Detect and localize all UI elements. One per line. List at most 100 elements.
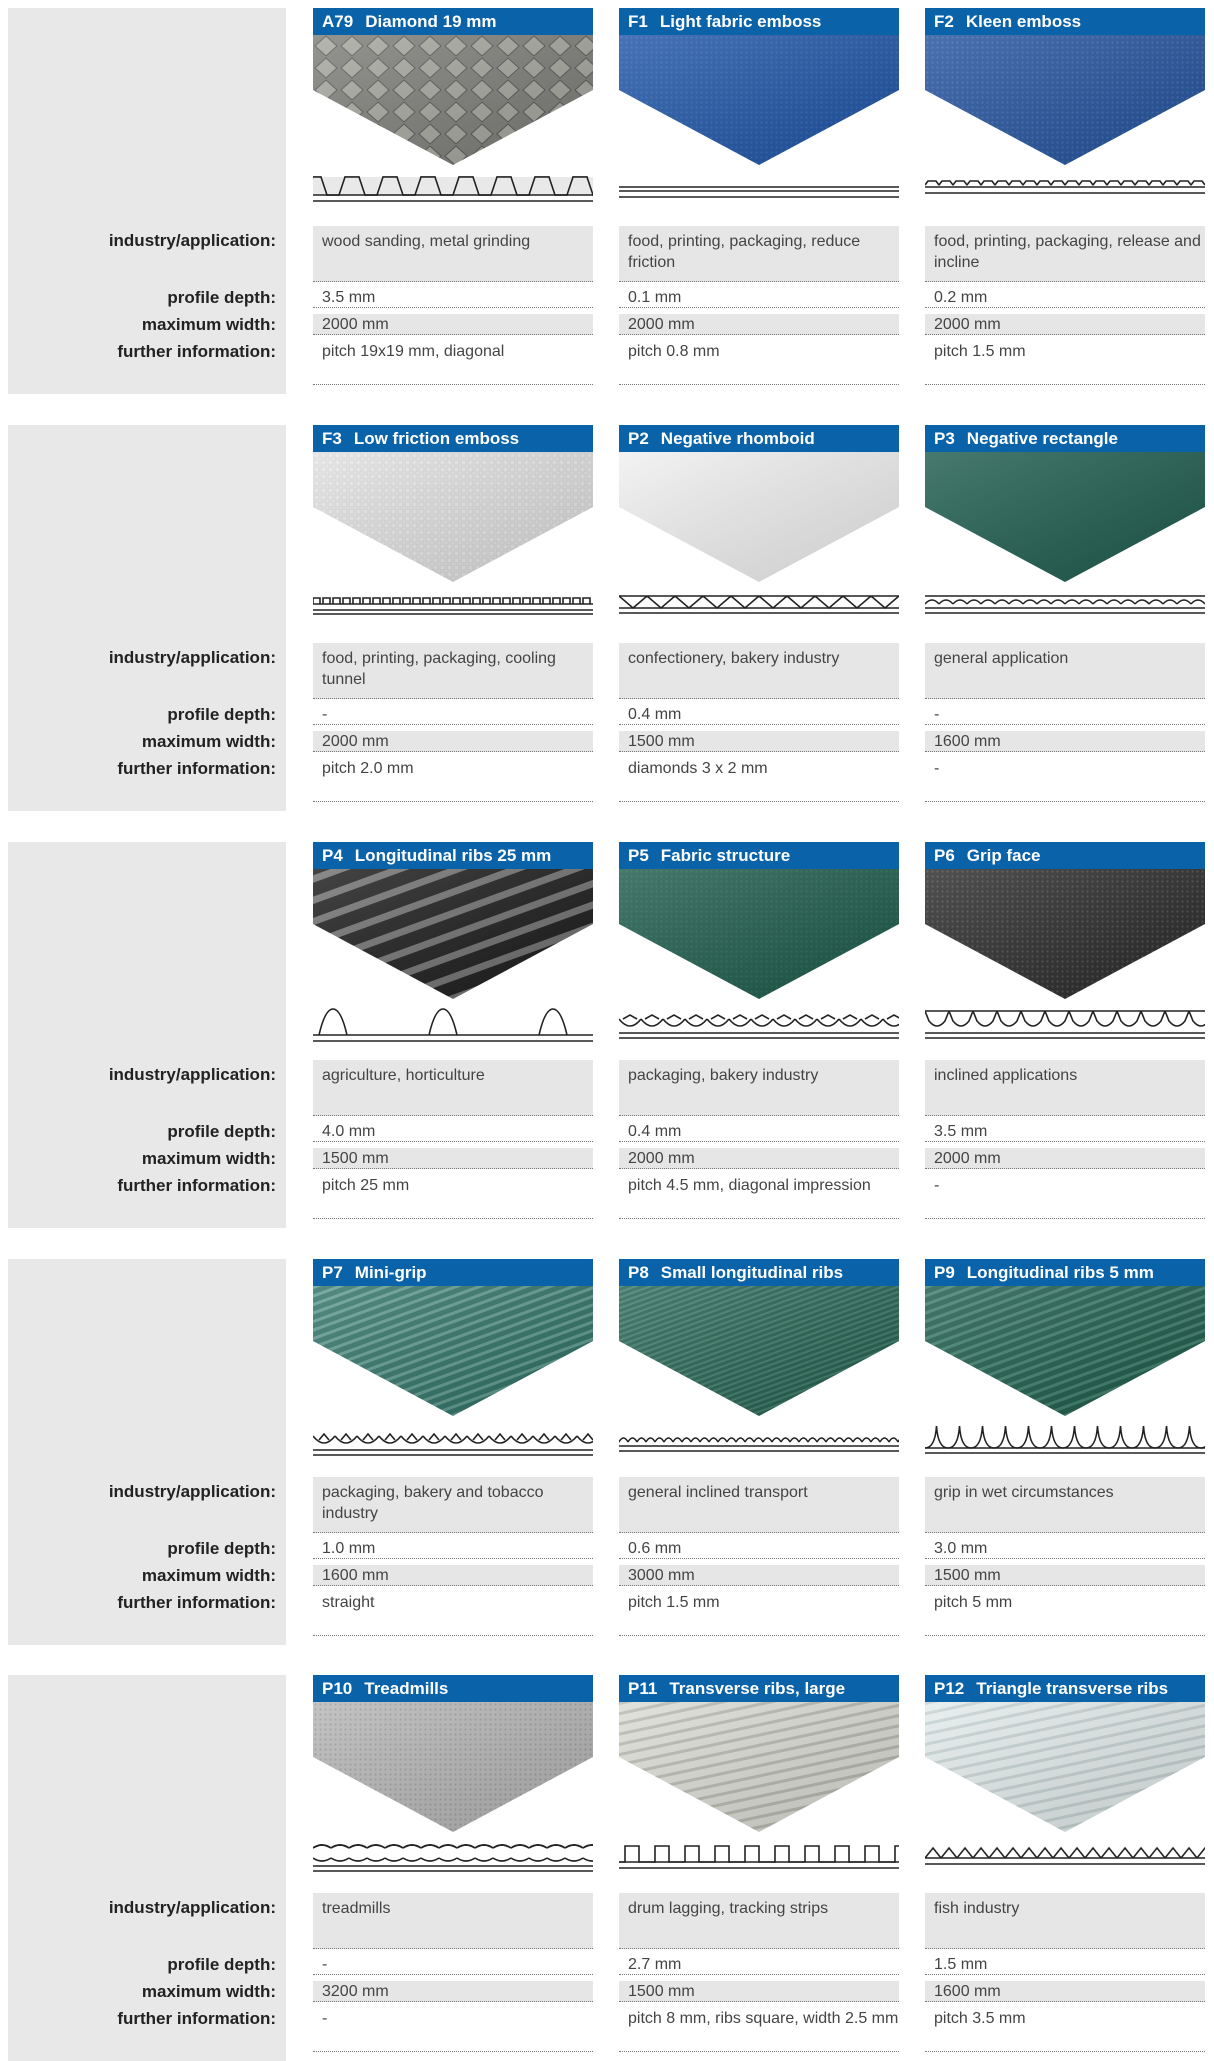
belt-image [619,452,899,582]
product-name: Longitudinal ribs 5 mm [966,1263,1154,1282]
depth-value: 4.0 mm [313,1121,593,1142]
row-labels: industry/application: profile depth: maxim… [6,8,276,394]
depth-value: - [925,704,1205,725]
belt-image [925,1286,1205,1416]
info-value: - [925,758,1205,802]
product-card: P5 Fabric structure packaging, bakery indu… [619,842,899,1228]
profile-drawing [619,582,899,642]
width-label: maximum width: [141,1149,276,1168]
info-value: - [925,1175,1205,1219]
info-label: further information: [117,2009,276,2028]
product-title: F2 Kleen emboss [925,8,1205,35]
blue-emboss-swatch [925,35,1205,165]
product-name: Fabric structure [660,846,791,865]
fabric-profile-icon [619,1014,899,1039]
product-section: industry/application: profile depth: maxim… [0,8,1214,394]
width-value: 2000 mm [619,1148,899,1169]
product-section: industry/application: profile depth: maxim… [0,1675,1214,2061]
depth-value: 0.4 mm [619,704,899,725]
white-ribs-swatch [619,1702,899,1832]
industry-label: industry/application: [108,1898,276,1917]
product-code: P9 [934,1263,955,1282]
width-value: 1600 mm [925,731,1205,752]
grip-profile-icon [925,1010,1205,1039]
depth-value: - [313,1954,593,1975]
blue-fabric-swatch [619,35,899,165]
industry-value: inclined applications [925,1060,1205,1116]
product-code: F1 [628,12,648,31]
product-code: P3 [934,429,955,448]
width-value: 3000 mm [619,1565,899,1586]
product-name: Light fabric emboss [659,12,822,31]
width-value: 2000 mm [619,314,899,335]
belt-image [925,452,1205,582]
info-value: - [313,2008,593,2052]
profile-drawing [619,999,899,1059]
info-value: pitch 3.5 mm [925,2008,1205,2052]
product-title: P6 Grip face [925,842,1205,869]
label-panel: industry/application: profile depth: maxim… [8,425,286,811]
product-card: F1 Light fabric emboss food, printing, pac… [619,8,899,394]
profile-drawing [313,1832,593,1892]
product-card: P10 Treadmills treadmills - 3200 mm - [313,1675,593,2061]
product-card: P8 Small longitudinal ribs general incline… [619,1259,899,1645]
depth-label: profile depth: [167,1122,276,1141]
product-title: P10 Treadmills [313,1675,593,1702]
product-code: P7 [322,1263,343,1282]
profile-drawing [925,165,1205,225]
belt-image [313,1286,593,1416]
depth-value: 1.5 mm [925,1954,1205,1975]
white-smooth-swatch [619,452,899,582]
light-ribs-swatch [925,1702,1205,1832]
width-value: 2000 mm [925,1148,1205,1169]
product-code: P6 [934,846,955,865]
info-value: pitch 0.8 mm [619,341,899,385]
belt-image [619,1702,899,1832]
info-value: diamonds 3 x 2 mm [619,758,899,802]
profile-drawing [925,999,1205,1059]
green-fabric-swatch [619,869,899,999]
industry-value: packaging, bakery and tobacco industry [313,1477,593,1533]
depth-label: profile depth: [167,1955,276,1974]
width-value: 1500 mm [925,1565,1205,1586]
bumps-profile-icon [313,597,593,615]
row-labels: industry/application: profile depth: maxim… [6,842,276,1228]
profile-drawing [925,1416,1205,1476]
industry-label: industry/application: [108,648,276,667]
diamond-profile-icon [313,176,593,202]
width-value: 1600 mm [313,1565,593,1586]
profile-drawing [313,999,593,1059]
info-value: pitch 4.5 mm, diagonal impression [619,1175,899,1219]
product-code: P12 [934,1679,965,1698]
wave-profile-icon [925,595,1205,614]
depth-value: 0.1 mm [619,287,899,308]
profile-drawing [619,1416,899,1476]
flat-profile-icon [619,186,899,198]
depth-value: 3.5 mm [925,1121,1205,1142]
width-label: maximum width: [141,1566,276,1585]
industry-value: agriculture, horticulture [313,1060,593,1116]
product-name: Triangle transverse ribs [976,1679,1169,1698]
info-value: pitch 25 mm [313,1175,593,1219]
info-label: further information: [117,342,276,361]
industry-value: food, printing, packaging, cooling tunne… [313,643,593,699]
industry-value: food, printing, packaging, reduce fricti… [619,226,899,282]
width-value: 2000 mm [925,314,1205,335]
product-name: Grip face [966,846,1041,865]
row-labels: industry/application: profile depth: maxim… [6,1259,276,1645]
profile-drawing [619,165,899,225]
fine-bumps-profile-icon [925,180,1205,194]
product-code: P2 [628,429,649,448]
product-name: Diamond 19 mm [365,12,497,31]
product-title: F3 Low friction emboss [313,425,593,452]
product-card: P3 Negative rectangle general application -… [925,425,1205,811]
product-code: P4 [322,846,343,865]
depth-value: 0.4 mm [619,1121,899,1142]
treadmill-profile-icon [313,1844,593,1872]
width-value: 3200 mm [313,1981,593,2002]
industry-value: fish industry [925,1893,1205,1949]
product-card: F3 Low friction emboss food, printing, pac… [313,425,593,811]
info-label: further information: [117,1176,276,1195]
industry-value: grip in wet circumstances [925,1477,1205,1533]
product-code: F2 [934,12,954,31]
